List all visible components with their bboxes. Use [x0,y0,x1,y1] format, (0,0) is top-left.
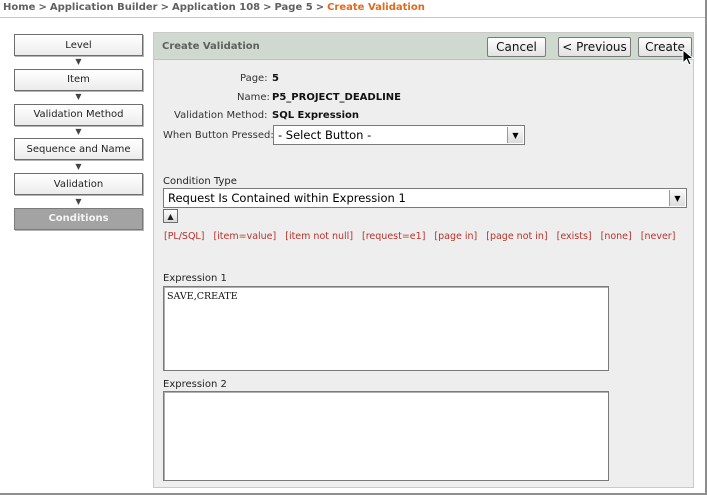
wizard-step-level: Level [14,34,143,56]
wizard-step-validation-method: Validation Method [14,103,143,126]
dropdown-arrow-icon[interactable]: ▼ [507,127,523,143]
shortcut-page-in[interactable]: [page in] [434,231,477,242]
when-button-pressed-label: When Button Pressed: [163,130,274,141]
page-label: Page: [240,73,268,84]
when-button-pressed-value: - Select Button - [278,128,372,142]
panel-header: Create Validation Cancel < Previous Crea… [154,33,695,66]
panel-title: Create Validation [162,41,260,52]
wizard-steps: Level ▼ Item ▼ Validation Method ▼ Seque… [14,34,143,230]
chevron-down-icon: ▼ [75,196,82,206]
breadcrumb-application[interactable]: Application 108 [172,2,260,13]
previous-button[interactable]: < Previous [558,37,631,57]
name-value: P5_PROJECT_DEADLINE [272,92,401,103]
breadcrumb-application-builder[interactable]: Application Builder [50,2,158,13]
when-button-pressed-select[interactable]: - Select Button - ▼ [273,125,525,145]
wizard-step-validation: Validation [14,173,143,196]
expression-1-label: Expression 1 [163,273,227,284]
wizard-step-item: Item [14,68,143,91]
shortcut-exists[interactable]: [exists] [557,231,592,242]
chevron-down-icon: ▼ [75,57,82,67]
chevron-down-icon: ▼ [75,126,82,136]
shortcut-request-e1[interactable]: [request=e1] [362,231,425,242]
cancel-button[interactable]: Cancel [487,37,546,57]
page-value: 5 [272,73,279,84]
condition-type-label: Condition Type [163,176,237,187]
breadcrumb-current: Create Validation [327,2,425,13]
chevron-down-icon: ▼ [75,161,82,171]
shortcut-never[interactable]: [never] [641,231,676,242]
condition-type-value: Request Is Contained within Expression 1 [168,191,406,205]
shortcut-item-value[interactable]: [item=value] [213,231,276,242]
expression-2-textarea[interactable] [163,391,609,481]
shortcut-page-not-in[interactable]: [page not in] [486,231,547,242]
validation-method-value: SQL Expression [272,110,360,121]
create-validation-panel: Create Validation Cancel < Previous Crea… [153,32,695,488]
expression-2-label: Expression 2 [163,379,227,390]
expression-1-textarea[interactable]: SAVE,CREATE [163,286,609,371]
breadcrumb-separator: > [38,2,47,13]
breadcrumb-home[interactable]: Home [3,2,35,13]
wizard-step-conditions: Conditions [14,207,143,230]
breadcrumb: Home > Application Builder > Application 108… [3,2,425,16]
mouse-cursor-icon [682,49,695,66]
dropdown-arrow-icon[interactable]: ▼ [669,190,685,206]
breadcrumb-page[interactable]: Page 5 [275,2,313,13]
shortcut-item-not-null[interactable]: [item not null] [285,231,353,242]
shortcut-plsql[interactable]: [PL/SQL] [164,231,204,242]
breadcrumb-separator: > [160,2,169,13]
shortcut-none[interactable]: [none] [601,231,632,242]
condition-shortcuts: [PL/SQL] [item=value] [item not null] [r… [164,231,684,242]
condition-type-select[interactable]: Request Is Contained within Expression 1… [163,188,687,208]
breadcrumb-divider [0,17,705,18]
breadcrumb-separator: > [263,2,272,13]
wizard-step-sequence-and-name: Sequence and Name [14,138,143,161]
chevron-down-icon: ▼ [75,92,82,102]
validation-method-label: Validation Method: [174,110,268,121]
breadcrumb-separator: > [315,2,325,13]
name-label: Name: [237,92,270,103]
collapse-toggle-icon[interactable]: ▲ [163,209,178,223]
